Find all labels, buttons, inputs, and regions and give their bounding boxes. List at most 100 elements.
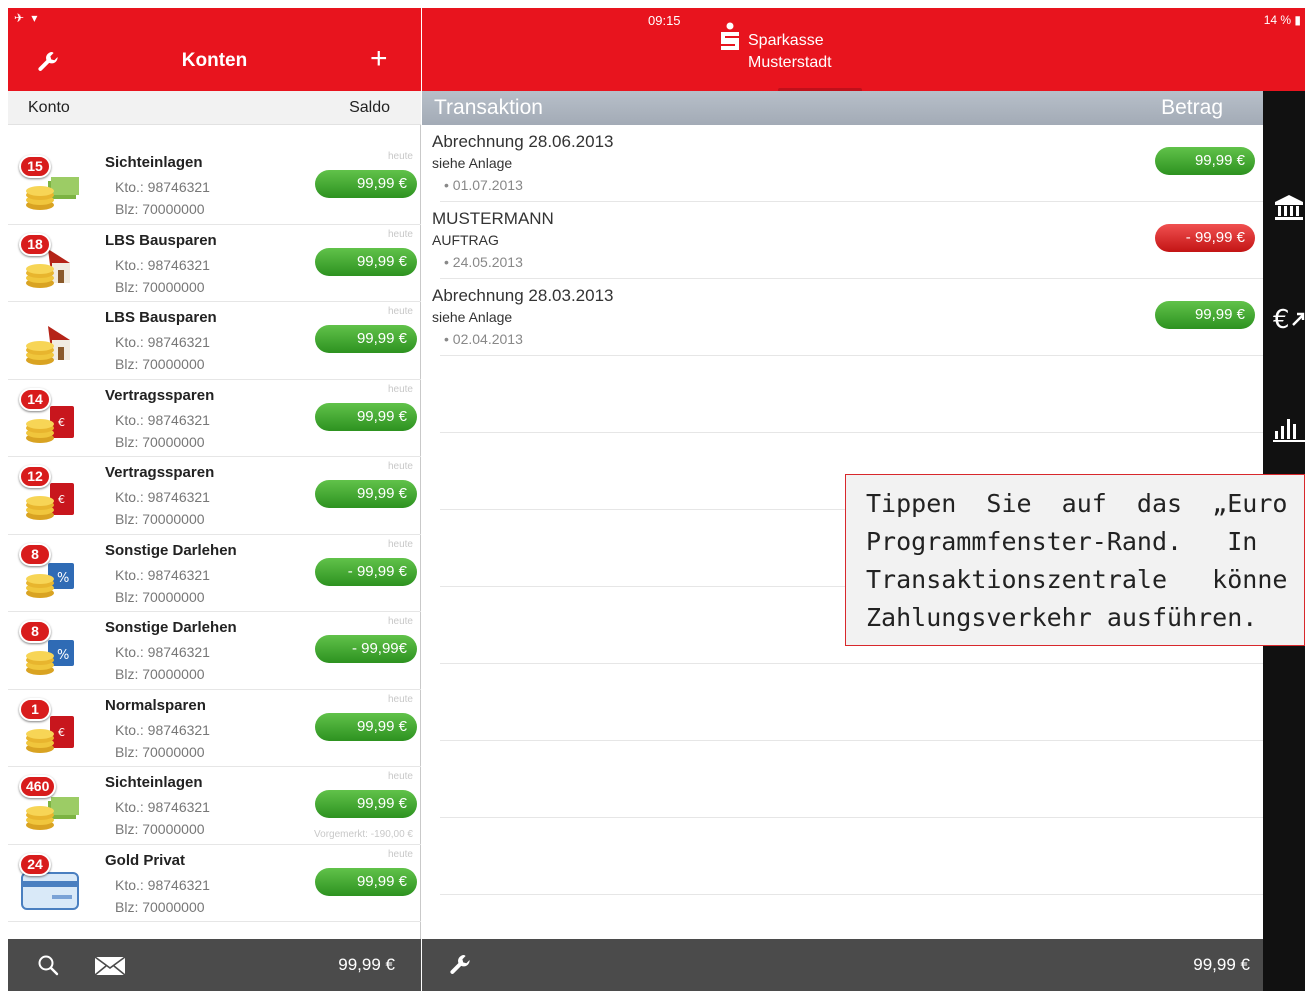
add-account-button[interactable]: + <box>370 44 388 74</box>
account-name: Sichteinlagen <box>105 154 203 171</box>
updated-label: heute <box>387 383 413 395</box>
bank-code: Blz: 70000000 <box>115 201 205 217</box>
accounts-total: 99,99 € <box>338 955 395 974</box>
bank-code: Blz: 70000000 <box>115 588 205 605</box>
house-coins-icon <box>26 326 70 365</box>
notification-badge: 460 <box>19 775 57 798</box>
balance-pill: 99,99 € <box>315 170 417 198</box>
account-row[interactable]: % 8 Sonstige Darlehen Kto.: 98746321 Blz: 70… <box>8 535 421 612</box>
updated-label: heute <box>387 538 413 550</box>
search-icon[interactable] <box>36 953 60 977</box>
account-name: Sichteinlagen <box>105 774 203 791</box>
account-row[interactable]: % 8 Sonstige Darlehen Kto.: 98746321 Blz: 70… <box>8 612 421 690</box>
battery-indicator: 14 % ▮ <box>1263 13 1301 27</box>
empty-row <box>440 664 1263 741</box>
balance-pill: 99,99 € <box>315 480 417 508</box>
mail-icon[interactable] <box>94 956 126 976</box>
updated-label: heute <box>387 693 413 705</box>
updated-label: heute <box>387 771 413 782</box>
bank-code: Blz: 70000000 <box>115 743 205 760</box>
euro-transfer-icon[interactable]: € <box>1273 303 1305 335</box>
column-saldo: Saldo <box>349 99 390 116</box>
notification-badge: 12 <box>19 465 51 488</box>
account-name: LBS Bausparen <box>105 309 217 326</box>
account-row[interactable]: 15 Sichteinlagen Kto.: 98746321 Blz: 700000… <box>8 147 421 225</box>
amount-pill: - 99,99 € <box>1155 224 1255 252</box>
account-name: Gold Privat <box>105 851 186 869</box>
account-row[interactable]: €1 Normalsparen Kto.: 98746321 Blz: 7000000… <box>8 690 421 767</box>
account-row[interactable]: 24 Gold Privat Kto.: 98746321 Blz: 70000000… <box>8 845 421 922</box>
svg-text:€: € <box>58 416 65 429</box>
transaction-date-value: 01.07.2013 <box>452 177 523 193</box>
bank-icon[interactable] <box>1273 191 1305 223</box>
transaction-title: MUSTERMANN <box>432 209 554 228</box>
account-number: Kto.: 98746321 <box>115 334 210 350</box>
svg-text:%: % <box>57 571 69 586</box>
account-number: Kto.: 98746321 <box>115 799 210 815</box>
column-konto: Konto <box>28 99 70 116</box>
accounts-pane: ✈ ▾ Konten + Konto Saldo 15 Sichteinlagen… <box>8 8 421 991</box>
bank-code: Blz: 70000000 <box>115 278 205 295</box>
svg-text:€: € <box>58 726 65 739</box>
account-number: Kto.: 98746321 <box>115 489 210 505</box>
callout-line: Tippen Sie auf das „Euro <box>866 489 1288 518</box>
status-time: 09:15 <box>648 13 681 28</box>
transaction-subtitle: siehe Anlage <box>432 309 513 325</box>
transaction-date: • 24.05.2013 <box>444 254 523 270</box>
wrench-icon[interactable] <box>448 953 472 977</box>
empty-row <box>440 818 1263 895</box>
transaction-subtitle: siehe Anlage <box>432 155 513 171</box>
column-transaktion: Transaktion <box>434 96 543 119</box>
transaction-title: Abrechnung 28.06.2013 <box>432 132 614 151</box>
svg-text:%: % <box>57 648 69 663</box>
account-row[interactable]: LBS Bausparen Kto.: 98746321 Blz: 70000000… <box>8 302 421 380</box>
accounts-column-header: Konto Saldo <box>8 91 421 125</box>
notification-badge: 8 <box>19 620 51 643</box>
bank-code: Blz: 70000000 <box>115 821 205 837</box>
bank-code: Blz: 70000000 <box>115 666 205 682</box>
transactions-footer: 99,99 € <box>422 939 1263 991</box>
updated-label: heute <box>387 151 413 162</box>
bank-code: Blz: 70000000 <box>115 433 205 450</box>
account-name: Vertragssparen <box>105 386 215 404</box>
chart-icon[interactable] <box>1273 411 1305 443</box>
account-number: Kto.: 98746321 <box>115 179 210 195</box>
balance-pill: 99,99 € <box>315 402 417 431</box>
balance-pill: 99,99 € <box>315 325 417 353</box>
callout-line: Programmfenster-Rand. In <box>866 527 1258 556</box>
status-icons: ✈ ▾ <box>14 11 40 25</box>
updated-label: heute <box>387 306 413 317</box>
notification-badge: 8 <box>19 542 51 566</box>
bank-name: Sparkasse <box>748 32 824 49</box>
accounts-title: Konten <box>181 50 248 71</box>
bank-code: Blz: 70000000 <box>115 898 205 915</box>
account-name: Sonstige Darlehen <box>105 619 237 636</box>
transaction-row[interactable]: Abrechnung 28.03.2013 siehe Anlage • 02.04… <box>432 279 1263 356</box>
notification-badge: 14 <box>19 387 51 411</box>
notification-badge: 1 <box>19 697 51 721</box>
balance-pill: 99,99 € <box>315 790 417 818</box>
bank-code: Blz: 70000000 <box>115 511 205 527</box>
account-row[interactable]: €14 Vertragssparen Kto.: 98746321 Blz: 7000… <box>8 380 421 457</box>
transaction-row[interactable]: Abrechnung 28.06.2013 siehe Anlage • 01.07… <box>432 125 1263 202</box>
account-row[interactable]: 18 LBS Bausparen Kto.: 98746321 Blz: 700000… <box>8 225 421 302</box>
transaction-row[interactable]: MUSTERMANN AUFTRAG • 24.05.2013 - 99,99 € <box>432 202 1263 279</box>
account-number: Kto.: 98746321 <box>115 566 210 583</box>
balance-pill: 99,99 € <box>315 712 417 741</box>
updated-label: heute <box>387 848 413 860</box>
account-row[interactable]: €12 Vertragssparen Kto.: 98746321 Blz: 7000… <box>8 457 421 535</box>
callout-line: Transaktionszentrale könne <box>866 565 1288 594</box>
transaction-date-value: 24.05.2013 <box>452 254 523 270</box>
empty-row <box>440 356 1263 433</box>
bank-code: Blz: 70000000 <box>115 356 205 372</box>
pending-note: Vorgemerkt: -190,00 € <box>314 829 413 840</box>
help-callout: Tippen Sie auf das „Euro Programmfenster… <box>845 474 1305 646</box>
updated-label: heute <box>387 616 413 627</box>
balance-pill: - 99,99€ <box>315 635 417 663</box>
transaction-date-value: 02.04.2013 <box>452 331 523 347</box>
account-number: Kto.: 98746321 <box>115 411 210 428</box>
account-row[interactable]: 460 Sichteinlagen Kto.: 98746321 Blz: 70000… <box>8 767 421 845</box>
account-name: Sonstige Darlehen <box>105 541 237 559</box>
transaction-subtitle: AUFTRAG <box>432 232 499 248</box>
transaction-date: • 02.04.2013 <box>444 331 523 347</box>
